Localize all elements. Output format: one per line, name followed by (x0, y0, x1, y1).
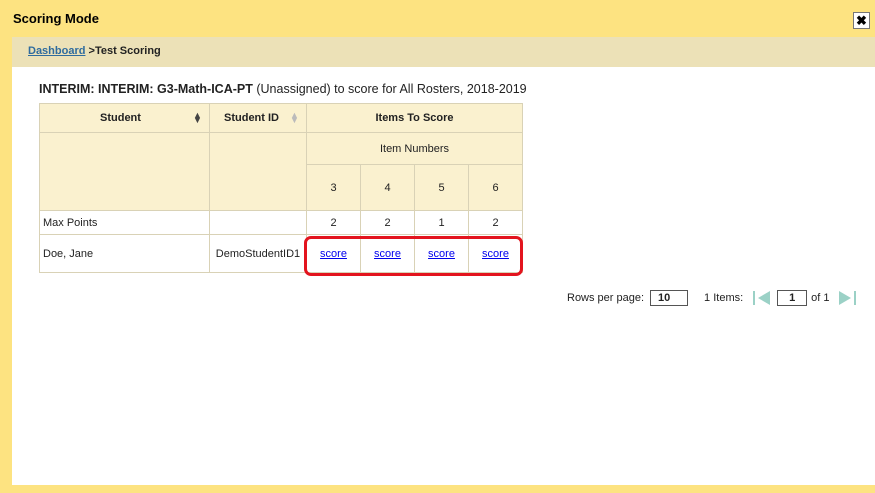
sort-icon[interactable]: ▲ ▼ (290, 111, 299, 125)
pagination: Rows per page: 10 1 Items: 1 of 1 (567, 289, 856, 307)
student-name: Doe, Jane (39, 234, 210, 273)
header-student-blank (39, 132, 210, 211)
item-number: 6 (468, 164, 523, 211)
next-page-button[interactable] (838, 291, 856, 305)
breadcrumb-link-dashboard[interactable]: Dashboard (28, 45, 85, 57)
first-page-button[interactable] (753, 291, 771, 305)
rows-per-page-input[interactable]: 10 (650, 290, 689, 306)
header-student-label: Student (100, 112, 141, 124)
close-icon: ✖ (856, 13, 867, 28)
score-link[interactable]: score (482, 248, 509, 260)
sort-icon[interactable]: ▲ ▼ (193, 111, 202, 125)
header-student[interactable]: Student ▲ ▼ (39, 103, 210, 133)
table-row-max-points: Max Points 2 2 1 2 (39, 210, 523, 235)
header-student-id[interactable]: Student ID ▲ ▼ (209, 103, 307, 133)
item-number: 3 (306, 164, 361, 211)
rows-per-page-label: Rows per page: (567, 292, 645, 304)
score-link[interactable]: score (428, 248, 455, 260)
modal-frame: Scoring Mode ✖ Dashboard >Test Scoring I… (0, 0, 875, 493)
item-number: 4 (360, 164, 415, 211)
close-button[interactable]: ✖ (853, 12, 870, 29)
max-points-value: 2 (468, 210, 523, 235)
modal-titlebar: Scoring Mode ✖ (0, 0, 875, 37)
max-points-value: 2 (360, 210, 415, 235)
breadcrumb-current: Test Scoring (94, 45, 161, 57)
max-points-blank (209, 210, 307, 235)
items-count: 1 Items: (704, 292, 744, 304)
breadcrumb: Dashboard >Test Scoring (28, 45, 161, 57)
test-name: INTERIM: INTERIM: G3-Math-ICA-PT (39, 82, 253, 96)
header-student-id-label: Student ID (224, 112, 279, 124)
header-student-id-blank (209, 132, 307, 211)
item-number: 5 (414, 164, 469, 211)
header-item-numbers: Item Numbers (306, 132, 523, 165)
page-heading: INTERIM: INTERIM: G3-Math-ICA-PT (Unassi… (39, 82, 527, 96)
breadcrumb-separator: > (85, 45, 95, 57)
student-id: DemoStudentID1 (209, 234, 307, 273)
page-of-label: of 1 (811, 292, 830, 304)
breadcrumb-bar: Dashboard >Test Scoring (12, 37, 875, 67)
header-items-to-score: Items To Score (306, 103, 523, 133)
max-points-value: 1 (414, 210, 469, 235)
max-points-label: Max Points (39, 210, 210, 235)
modal-content: Dashboard >Test Scoring INTERIM: INTERIM… (12, 37, 875, 485)
score-link[interactable]: score (320, 248, 347, 260)
modal-title: Scoring Mode (13, 11, 99, 26)
scoring-table: Student ▲ ▼ Student ID ▲ ▼ Items To Score … (39, 103, 523, 273)
table-row: Doe, Jane DemoStudentID1 score score sco… (39, 234, 523, 273)
score-link[interactable]: score (374, 248, 401, 260)
max-points-value: 2 (306, 210, 361, 235)
page-input[interactable]: 1 (777, 290, 808, 306)
heading-detail: (Unassigned) to score for All Rosters, 2… (252, 82, 527, 96)
